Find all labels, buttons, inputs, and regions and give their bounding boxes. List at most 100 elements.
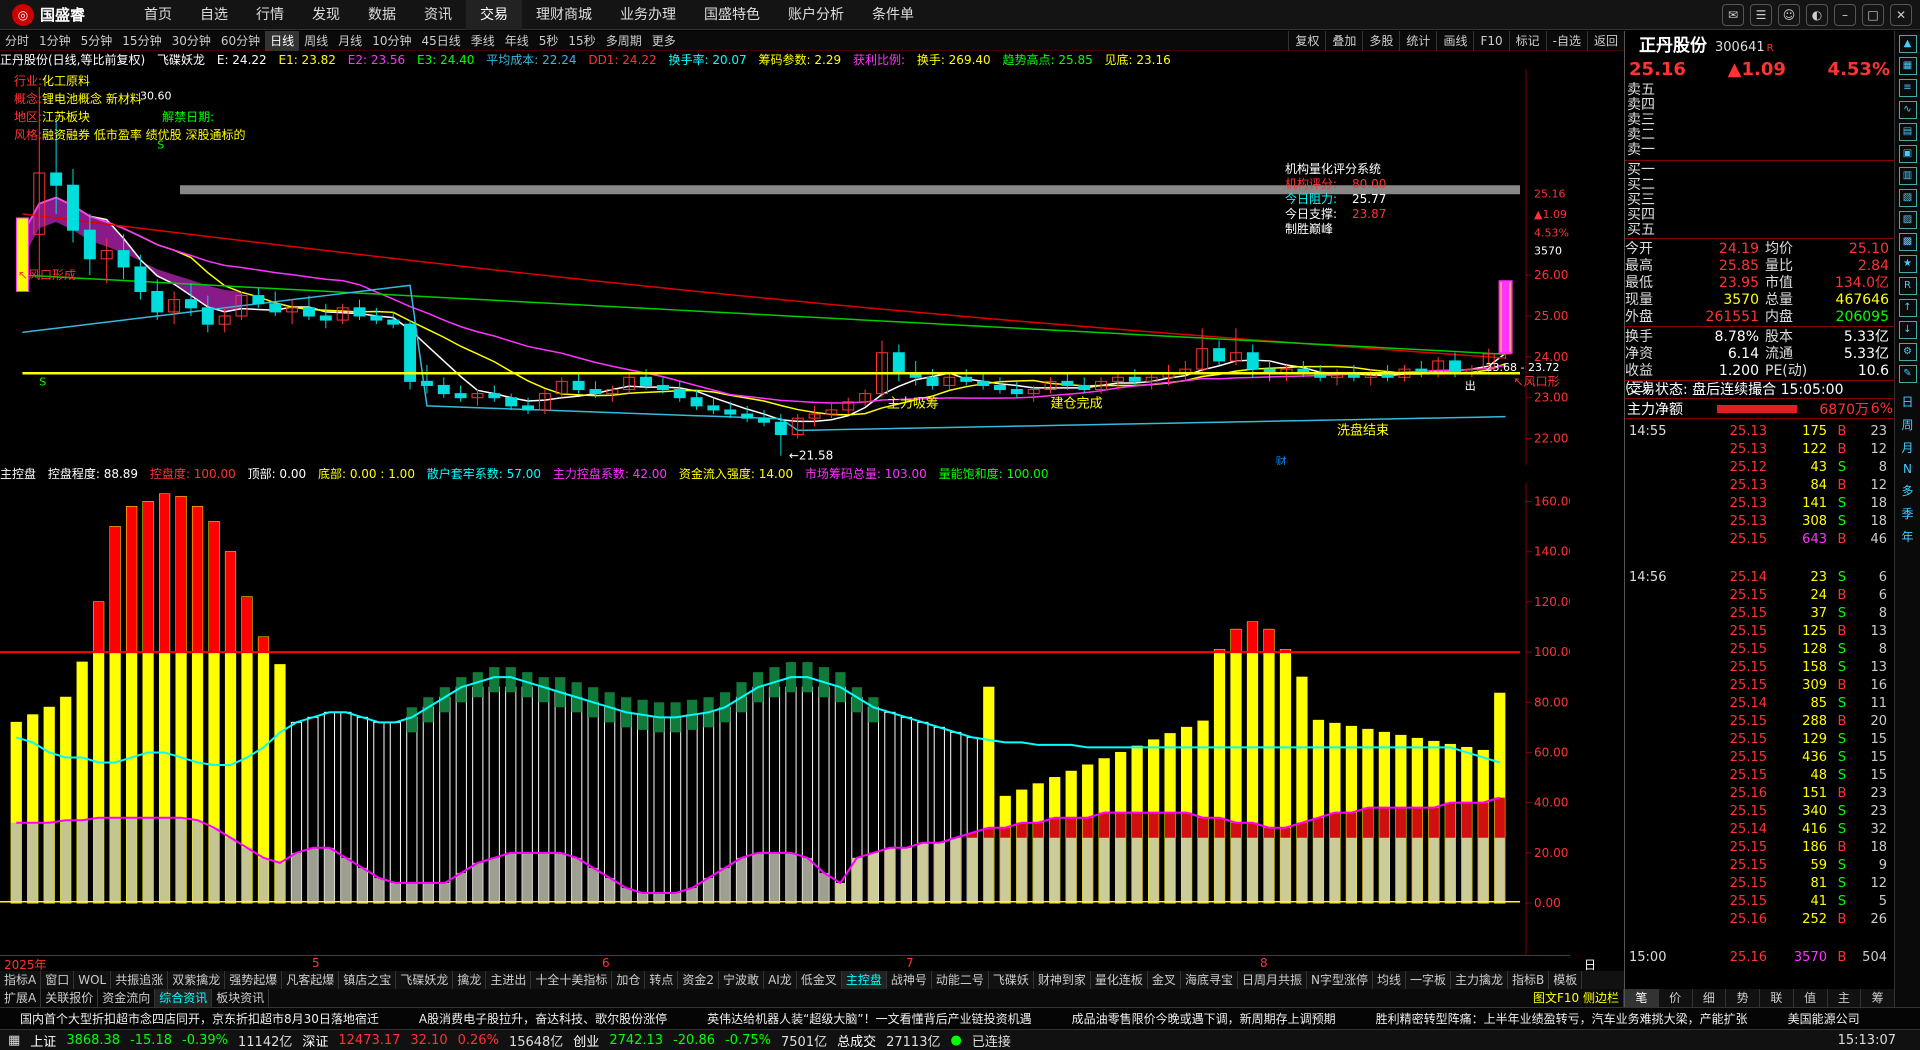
period-11[interactable]: 季线 — [466, 31, 500, 51]
tool-1[interactable]: 叠加 — [1325, 31, 1362, 51]
news-item-1[interactable]: A股消费电子股拉升，奋达科技、歌尔股份涨停 — [419, 1010, 667, 1027]
down-arrow-icon[interactable]: ↓ — [1898, 321, 1917, 339]
star-icon[interactable]: ★ — [1898, 255, 1917, 273]
sidebar-period-1[interactable]: 周 — [1901, 416, 1913, 433]
user-icon[interactable]: ☺ — [1778, 4, 1800, 26]
bid-level-3[interactable]: 买四 — [1625, 208, 1894, 223]
settings-icon[interactable]: ⚙ — [1898, 343, 1917, 361]
book-icon[interactable]: ▥ — [1898, 167, 1917, 185]
indicator-tab-7[interactable]: 镇店之宝 — [339, 971, 397, 989]
ask-level-0[interactable]: 卖五 — [1625, 83, 1894, 98]
indicator-name[interactable]: 飞碟妖龙 — [157, 53, 205, 67]
bid-level-1[interactable]: 买二 — [1625, 178, 1894, 193]
indicator-tab-17[interactable]: 低金叉 — [797, 971, 842, 989]
bottom-tab-4[interactable]: 板块资讯 — [212, 989, 270, 1007]
indicator-tab-1[interactable]: 窗口 — [41, 971, 75, 989]
tool-0[interactable]: 复权 — [1288, 31, 1325, 51]
minimize-icon[interactable]: – — [1834, 4, 1856, 26]
sz-label[interactable]: 深证 — [302, 1031, 328, 1050]
indicator-tab-23[interactable]: 量化连板 — [1091, 971, 1148, 989]
news-item-3[interactable]: 成品油零售限价今晚或遇下调，新周期存上调预期 — [1072, 1010, 1336, 1027]
menu-item-2[interactable]: 行情 — [242, 0, 298, 30]
menu-item-6[interactable]: 交易 — [466, 0, 522, 30]
brand-logo[interactable]: ◎ 国盛睿 — [0, 3, 130, 26]
doc-icon[interactable]: ▣ — [1898, 145, 1917, 163]
period-0[interactable]: 分时 — [0, 31, 34, 51]
control-chart[interactable]: 160.00 140.00 120.00 100.00 80.00 60.00 40.00 2… — [0, 483, 1570, 955]
ask-level-4[interactable]: 卖一 — [1625, 143, 1894, 158]
message-icon[interactable]: ✉ — [1722, 4, 1744, 26]
indicator-tab-15[interactable]: 宁波敢 — [719, 971, 765, 989]
quote-tab-1[interactable]: 价 — [1659, 989, 1693, 1007]
tool-4[interactable]: 画线 — [1436, 31, 1473, 51]
cy-label[interactable]: 创业 — [573, 1031, 599, 1050]
indicator-tab-0[interactable]: 指标A — [0, 971, 42, 989]
indicator-tab-11[interactable]: 十全十美指标 — [531, 971, 613, 989]
quote-stock-name[interactable]: 正丹股份 — [1639, 31, 1707, 56]
bid-level-2[interactable]: 买三 — [1625, 193, 1894, 208]
period-13[interactable]: 5秒 — [534, 31, 564, 51]
quote-tab-4[interactable]: 联 — [1760, 989, 1794, 1007]
indicator-tab-29[interactable]: 一字板 — [1406, 971, 1451, 989]
indicator-tab-10[interactable]: 主进出 — [486, 971, 532, 989]
period-15[interactable]: 多周期 — [601, 31, 647, 51]
up-arrow-icon[interactable]: ↑ — [1898, 299, 1917, 317]
menu-item-4[interactable]: 数据 — [354, 0, 410, 30]
sidebar-period-6[interactable]: 年 — [1901, 528, 1913, 545]
sidebar-period-2[interactable]: 月 — [1901, 439, 1913, 456]
indicator-tab-4[interactable]: 双紫擒龙 — [168, 971, 226, 989]
tool-7[interactable]: -自选 — [1545, 31, 1587, 51]
indicator-tab-9[interactable]: 擒龙 — [453, 971, 487, 989]
news-item-0[interactable]: 国内首个大型折扣超市念四店同开，京东折扣超市8月30日落地宿迁 — [20, 1010, 379, 1027]
bid-level-0[interactable]: 买一 — [1625, 163, 1894, 178]
maximize-icon[interactable]: □ — [1862, 4, 1884, 26]
table-icon[interactable]: ▤ — [1898, 123, 1917, 141]
tool-icon[interactable]: ✎ — [1898, 365, 1917, 383]
indicator-tab-8[interactable]: 飞碟妖龙 — [396, 971, 454, 989]
menu-item-8[interactable]: 业务办理 — [606, 0, 690, 30]
indicator-tab-16[interactable]: AI龙 — [764, 971, 797, 989]
indicator-tab-14[interactable]: 资金2 — [678, 971, 720, 989]
tool-3[interactable]: 统计 — [1399, 31, 1436, 51]
quote-tab-6[interactable]: 主 — [1828, 989, 1862, 1007]
grid-icon[interactable]: ▦ — [1898, 57, 1917, 75]
indicator-tab-3[interactable]: 共振追涨 — [111, 971, 169, 989]
period-4[interactable]: 30分钟 — [167, 31, 216, 51]
period-5[interactable]: 60分钟 — [216, 31, 265, 51]
tool-8[interactable]: 返回 — [1586, 31, 1624, 51]
sidebar-period-0[interactable]: 日 — [1901, 393, 1913, 410]
quote-tab-3[interactable]: 势 — [1726, 989, 1760, 1007]
period-8[interactable]: 月线 — [333, 31, 367, 51]
quote-tab-0[interactable]: 笔 — [1625, 989, 1659, 1007]
tick-list[interactable]: 14:55 25.13 175 B 23 25.13 122 B 12 25.12 43 S 8 25.1… — [1625, 418, 1894, 967]
bottom-tab-2[interactable]: 资金流向 — [98, 989, 156, 1007]
menu-item-9[interactable]: 国盛特色 — [690, 0, 774, 30]
indicator-tab-19[interactable]: 战神号 — [887, 971, 932, 989]
period-3[interactable]: 15分钟 — [117, 31, 166, 51]
rsi-icon[interactable]: R — [1898, 277, 1917, 295]
news-item-5[interactable]: 美国能源公司 — [1788, 1010, 1860, 1027]
sidebar-period-5[interactable]: 季 — [1901, 505, 1913, 522]
quote-tab-2[interactable]: 细 — [1693, 989, 1727, 1007]
indicator-tab-21[interactable]: 飞碟妖 — [989, 971, 1034, 989]
indicator-tab-5[interactable]: 强势起爆 — [225, 971, 283, 989]
indicator-tab-18[interactable]: 主控盘 — [841, 971, 887, 989]
indicator-tab-2[interactable]: WOL — [74, 971, 112, 989]
indicator-tab-12[interactable]: 加仓 — [612, 971, 646, 989]
news-item-2[interactable]: 英伟达给机器人装“超级大脑”！一文看懂背后产业链投资机遇 — [707, 1010, 1031, 1027]
indicator-tab-30[interactable]: 主力擒龙 — [1451, 971, 1508, 989]
indicator-tab-22[interactable]: 财神到家 — [1034, 971, 1091, 989]
sidebar-toggle-tab[interactable]: 图文F10 侧边栏 — [1529, 989, 1624, 1007]
indicator-tab-27[interactable]: N字型涨停 — [1307, 971, 1373, 989]
period-16[interactable]: 更多 — [647, 31, 681, 51]
mail-icon[interactable]: ☰ — [1750, 4, 1772, 26]
indicator-tab-24[interactable]: 金叉 — [1148, 971, 1181, 989]
indicator-tab-31[interactable]: 指标B — [1508, 971, 1550, 989]
tool-5[interactable]: F10 — [1473, 31, 1508, 51]
bottom-tab-1[interactable]: 关联报价 — [41, 989, 99, 1007]
menu-item-7[interactable]: 理财商城 — [522, 0, 606, 30]
period-14[interactable]: 15秒 — [563, 31, 600, 51]
period-12[interactable]: 年线 — [500, 31, 534, 51]
period-9[interactable]: 10分钟 — [367, 31, 416, 51]
tool-2[interactable]: 多股 — [1362, 31, 1399, 51]
